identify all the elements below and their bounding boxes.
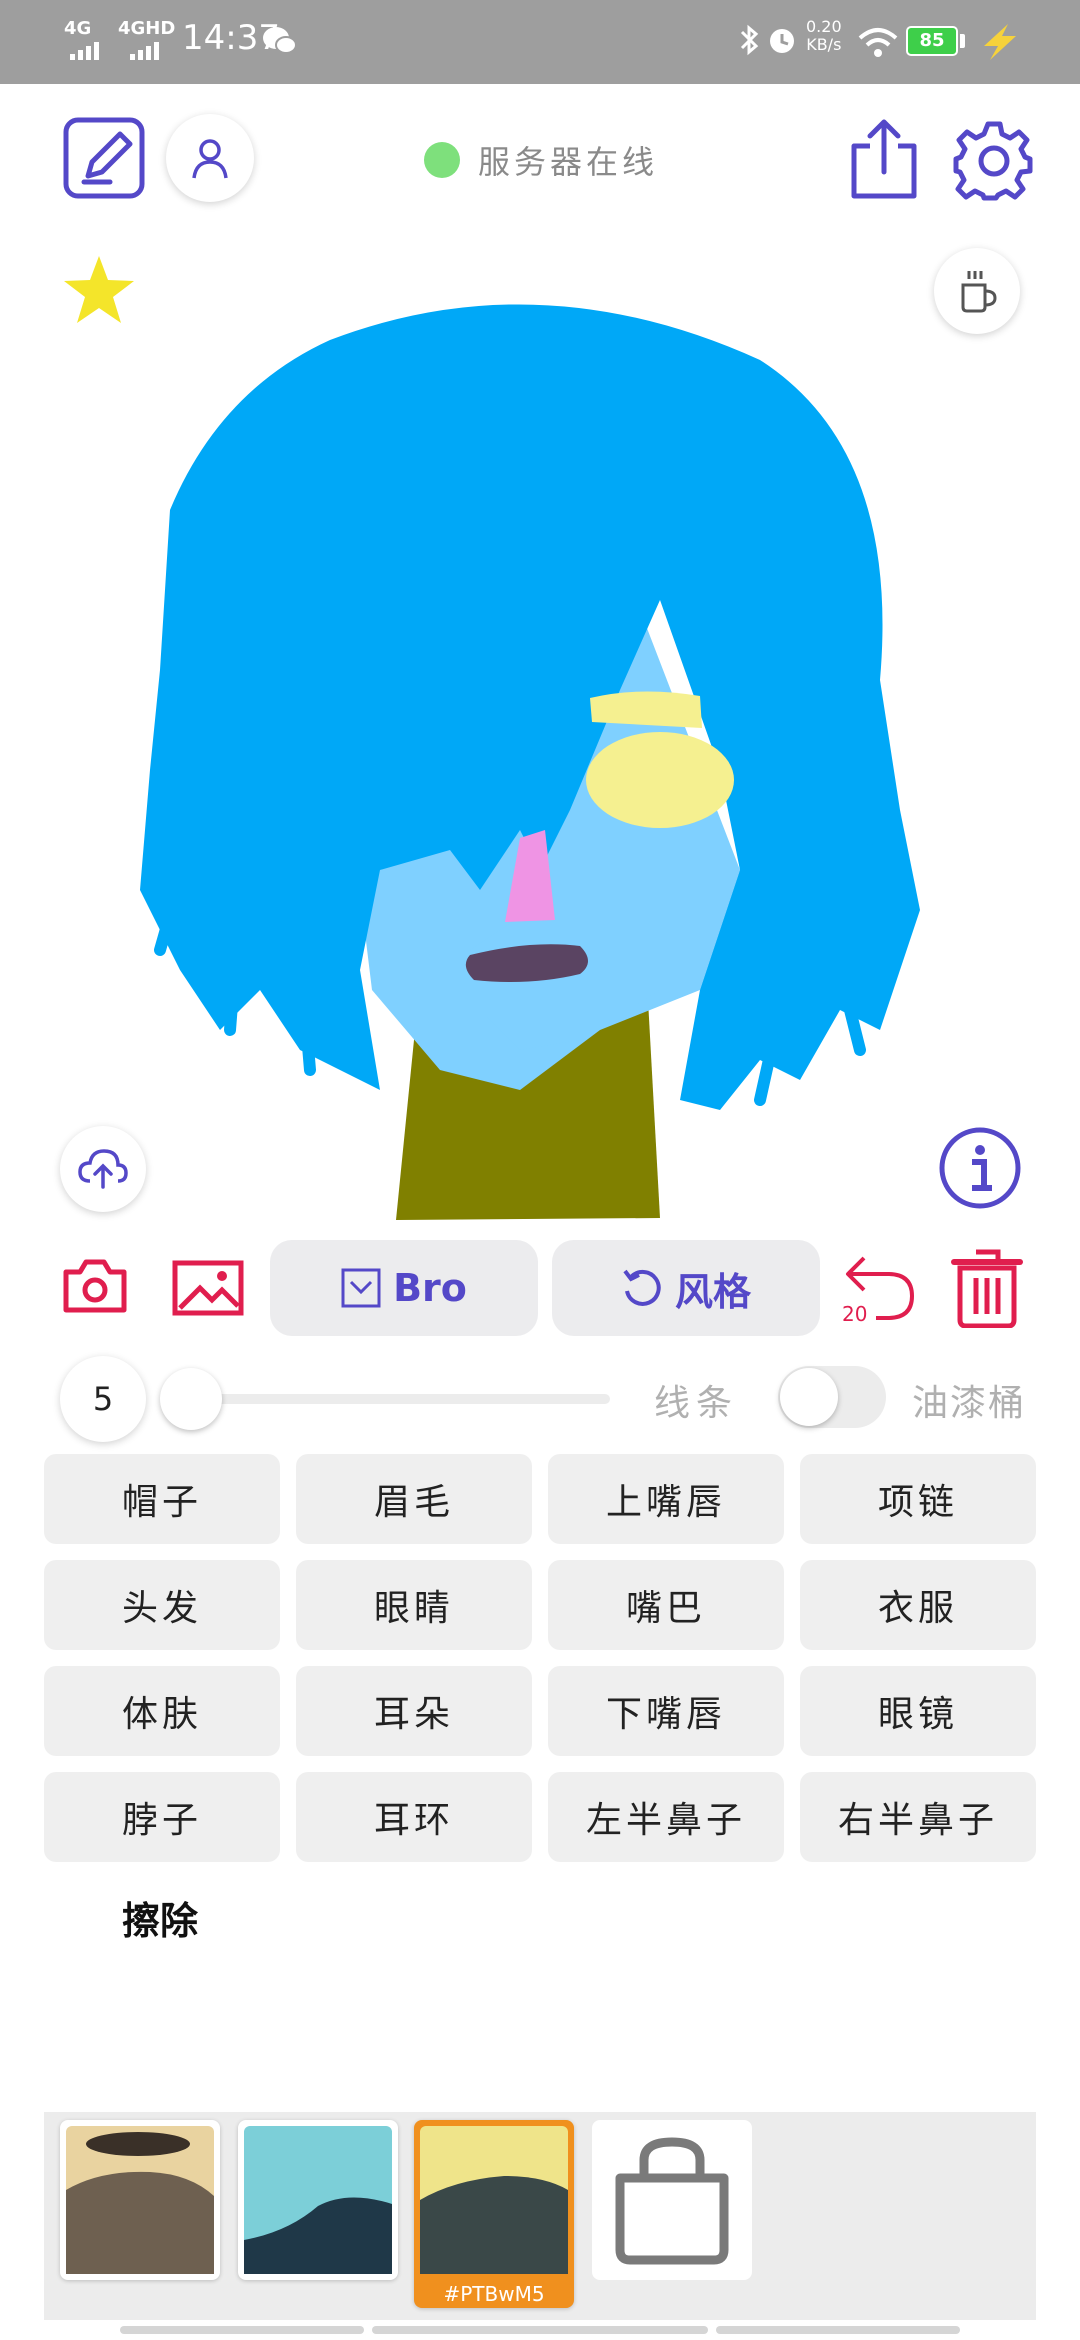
part-mouth-button[interactable]: 嘴巴 <box>548 1560 784 1650</box>
erase-button[interactable]: 擦除 <box>122 1890 198 1945</box>
upload-button[interactable] <box>60 1126 146 1212</box>
part-ears-button[interactable]: 耳朵 <box>296 1666 532 1756</box>
eyebrow-stroke <box>590 691 702 728</box>
charging-icon <box>984 24 1016 60</box>
part-right-nose-button[interactable]: 右半鼻子 <box>800 1772 1036 1862</box>
part-necklace-button[interactable]: 项链 <box>800 1454 1036 1544</box>
net-speed-unit: KB/s <box>806 35 842 54</box>
part-eyebrow-button[interactable]: 眉毛 <box>296 1454 532 1544</box>
profile-button[interactable] <box>166 114 254 202</box>
part-glasses-button[interactable]: 眼镜 <box>800 1666 1036 1756</box>
signal-icon <box>70 42 99 60</box>
result-tag: #PTBwM5 <box>443 2282 545 2306</box>
style-button-label: 风格 <box>674 1269 751 1314</box>
style-button[interactable]: 风格 <box>552 1240 820 1336</box>
brush-size-slider-thumb[interactable] <box>160 1368 222 1430</box>
refresh-icon <box>623 1269 661 1306</box>
signal-icon-2 <box>130 42 159 60</box>
part-lower-lip-button[interactable]: 下嘴唇 <box>548 1666 784 1756</box>
gallery-scroll-indicator-1 <box>120 2326 364 2334</box>
gallery-scroll-indicator-2 <box>372 2326 708 2334</box>
result-image-3 <box>420 2126 568 2274</box>
part-skin-button[interactable]: 体肤 <box>44 1666 280 1756</box>
server-status: 服务器在线 <box>424 140 659 181</box>
store-button[interactable] <box>592 2120 752 2280</box>
settings-gear-icon[interactable] <box>952 118 1036 202</box>
camera-icon[interactable] <box>62 1258 128 1314</box>
undo-count: 20 <box>842 1302 868 1326</box>
server-status-text: 服务器在线 <box>478 143 659 181</box>
edit-icon[interactable] <box>62 116 146 200</box>
shopping-bag-icon <box>615 2137 729 2265</box>
trash-icon[interactable] <box>950 1248 1024 1328</box>
user-icon <box>192 139 228 179</box>
status-bar: 4G 4GHD 14:37 0.20 KB/s 85 <box>0 0 1080 84</box>
bluetooth-icon <box>740 24 759 56</box>
eye-stroke <box>586 732 734 828</box>
result-thumbnail[interactable] <box>60 2120 220 2280</box>
part-eyes-button[interactable]: 眼睛 <box>296 1560 532 1650</box>
drawing-canvas[interactable] <box>0 250 1080 1230</box>
network-4g-indicator: 4G <box>64 18 92 39</box>
part-hat-button[interactable]: 帽子 <box>44 1454 280 1544</box>
network-4ghd-indicator: 4GHD <box>118 18 176 39</box>
net-speed-value: 0.20 <box>806 17 842 36</box>
part-selector-grid: 帽子 眉毛 上嘴唇 项链 头发 眼睛 嘴巴 衣服 体肤 耳朵 下嘴唇 眼镜 脖子… <box>44 1454 1036 1862</box>
gallery-scroll-indicator-3 <box>716 2326 960 2334</box>
battery-tip <box>960 34 965 48</box>
share-icon[interactable] <box>846 116 922 202</box>
fill-mode-toggle-knob[interactable] <box>780 1368 838 1426</box>
battery-indicator: 85 <box>906 26 958 56</box>
dropdown-box-icon <box>341 1268 381 1308</box>
part-earrings-button[interactable]: 耳环 <box>296 1772 532 1862</box>
cloud-upload-icon <box>78 1149 128 1189</box>
alarm-icon <box>770 29 794 53</box>
wechat-icon <box>263 27 297 54</box>
server-status-dot <box>424 142 460 178</box>
brush-size-slider-track[interactable] <box>190 1394 610 1404</box>
part-clothes-button[interactable]: 衣服 <box>800 1560 1036 1650</box>
net-speed: 0.20 KB/s <box>806 18 842 54</box>
gallery-image-icon[interactable] <box>172 1260 244 1316</box>
part-left-nose-button[interactable]: 左半鼻子 <box>548 1772 784 1862</box>
model-select-label: Bro <box>393 1266 467 1310</box>
part-hair-button[interactable]: 头发 <box>44 1560 280 1650</box>
result-thumbnail[interactable] <box>238 2120 398 2280</box>
paint-bucket-label: 油漆桶 <box>912 1383 1027 1424</box>
wifi-icon <box>858 28 898 57</box>
app-root: 4G 4GHD 14:37 0.20 KB/s 85 服务器在线 Bro 风格 … <box>0 0 1080 2340</box>
result-thumbnail-selected[interactable]: #PTBwM5 <box>414 2120 574 2308</box>
result-image-1 <box>66 2126 214 2274</box>
info-icon[interactable] <box>938 1126 1022 1210</box>
result-image-2 <box>244 2126 392 2274</box>
line-mode-label: 线条 <box>654 1383 739 1424</box>
part-upper-lip-button[interactable]: 上嘴唇 <box>548 1454 784 1544</box>
model-select-button[interactable]: Bro <box>270 1240 538 1336</box>
part-neck-button[interactable]: 脖子 <box>44 1772 280 1862</box>
brush-size-value[interactable]: 5 <box>60 1356 146 1442</box>
